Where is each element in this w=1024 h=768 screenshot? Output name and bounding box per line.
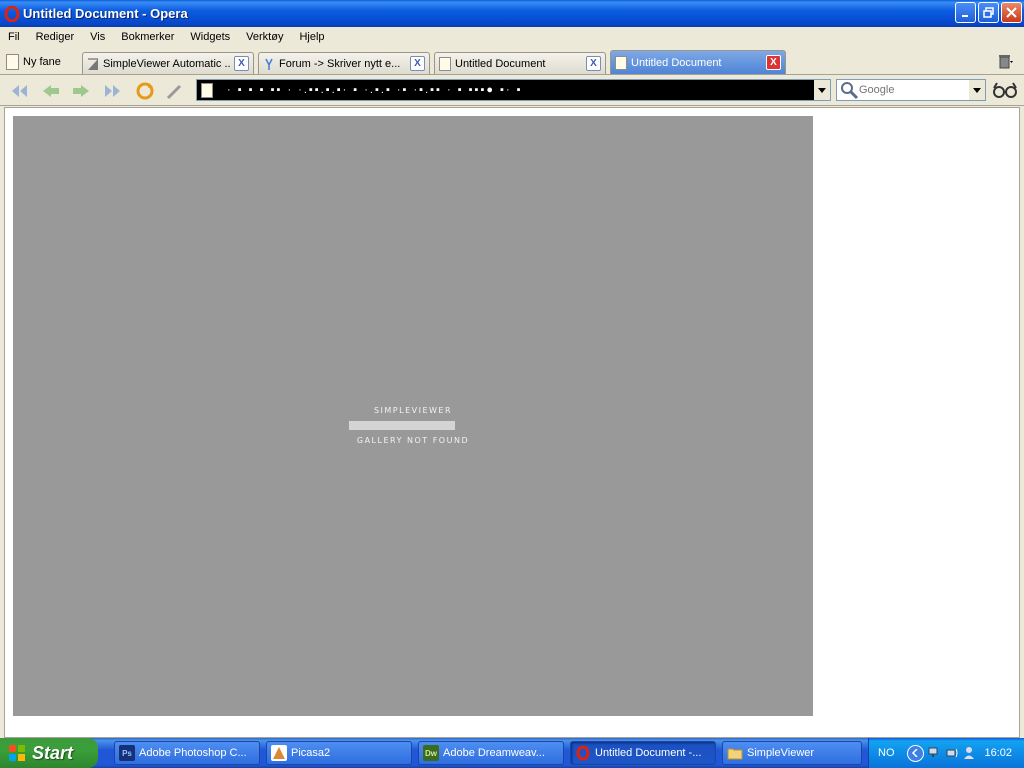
tab-close-button[interactable]: X [410,56,425,71]
clock[interactable]: 16:02 [984,747,1012,759]
windows-flag-icon [9,745,25,761]
loading-progress-fill [349,421,455,430]
tab-untitled-document-active[interactable]: Untitled Document X [610,50,786,74]
trash-icon[interactable] [996,52,1014,70]
viewer-title: SIMPLEVIEWER [373,406,453,415]
address-bar[interactable]: · ▪ ▪ ▪ ▪▪ · ·.▪▪.▪.▪· ▪ ·.▪.▪ ·▪ ·▪.▪▪ … [196,79,831,101]
tab-forum[interactable]: Forum -> Skriver nytt e... X [258,52,430,74]
new-document-icon [6,54,19,70]
tab-close-button[interactable]: X [766,55,781,70]
task-label: Adobe Dreamweav... [443,747,545,759]
fast-forward-button[interactable] [102,80,124,102]
tab-close-button[interactable]: X [586,56,601,71]
simpleviewer-favicon [88,58,98,70]
dreamweaver-icon: Dw [423,745,439,761]
menu-item-fil[interactable]: Fil [0,31,28,43]
window-title: Untitled Document - Opera [23,6,188,21]
picasa-icon [271,745,287,761]
taskbar: Start Ps Adobe Photoshop C... Picasa2 Dw… [0,738,1024,768]
loading-progress-bar [349,421,455,430]
opera-icon [4,5,20,22]
tab-label: Forum -> Skriver nytt e... [279,57,401,70]
new-tab-label: Ny fane [23,56,61,68]
chevron-down-icon [973,87,981,93]
zoom-glasses-icon[interactable] [992,80,1018,100]
menu-item-hjelp[interactable]: Hjelp [291,31,332,43]
back-button[interactable] [40,80,62,102]
rewind-button[interactable] [8,80,30,102]
forum-favicon [265,58,273,70]
system-tray: NO 16:02 [868,738,1024,768]
search-icon [841,82,859,100]
task-picasa[interactable]: Picasa2 [266,741,412,765]
chevron-left-icon [911,749,918,757]
new-tab-button[interactable]: Ny fane [6,51,61,73]
network-icon[interactable] [928,746,942,760]
tab-simpleviewer[interactable]: SimpleViewer Automatic ... X [82,52,254,74]
user-icon[interactable] [962,746,976,760]
tab-close-button[interactable]: X [234,56,249,71]
close-icon [1006,7,1017,18]
folder-icon [727,748,743,760]
menu-bar: Fil Rediger Vis Bokmerker Widgets Verktø… [0,27,1024,47]
edit-button[interactable] [164,80,186,102]
close-window-button[interactable] [1001,2,1022,23]
reload-button[interactable] [134,80,156,102]
task-label: Untitled Document -... [595,747,702,759]
tab-label: Untitled Document [631,56,722,69]
minimize-icon [961,14,968,17]
rewind-icon [12,85,27,97]
address-text: · ▪ ▪ ▪ ▪▪ · ·.▪▪.▪.▪· ▪ ·.▪.▪ ·▪ ·▪.▪▪ … [227,84,523,96]
task-label: Picasa2 [291,747,331,759]
document-icon [615,55,627,70]
task-opera[interactable]: Untitled Document -... [570,741,716,765]
chevron-down-icon [818,87,826,93]
photoshop-icon: Ps [119,745,135,761]
search-box[interactable] [836,79,986,101]
title-bar: Untitled Document - Opera [0,0,1024,27]
tab-label: SimpleViewer Automatic ... [103,57,230,70]
pencil-icon [166,84,182,100]
opera-icon [576,745,590,761]
task-photoshop[interactable]: Ps Adobe Photoshop C... [114,741,260,765]
search-engine-dropdown[interactable] [969,80,985,100]
language-indicator[interactable]: NO [878,747,895,759]
simpleviewer-flash-area[interactable]: SIMPLEVIEWER GALLERY NOT FOUND [13,116,813,716]
document-icon [439,56,451,71]
fast-forward-icon [105,85,120,97]
menu-item-bokmerker[interactable]: Bokmerker [113,31,182,43]
minimize-button[interactable] [955,2,976,23]
task-dreamweaver[interactable]: Dw Adobe Dreamweav... [418,741,564,765]
restore-icon [983,7,994,18]
tab-bar: Ny fane SimpleViewer Automatic ... X For… [0,47,1024,75]
viewer-error-message: GALLERY NOT FOUND [356,436,470,445]
search-input[interactable] [859,84,959,96]
forward-arrow-icon [73,85,89,97]
tab-label: Untitled Document [455,57,546,70]
start-label: Start [32,742,74,763]
wireless-icon[interactable] [945,746,959,760]
show-hidden-icons-button[interactable] [906,744,924,762]
page-icon [201,82,213,98]
tab-untitled-document[interactable]: Untitled Document X [434,52,606,74]
reload-icon [136,82,154,100]
task-label: Adobe Photoshop C... [139,747,247,759]
menu-item-vis[interactable]: Vis [82,31,113,43]
menu-item-rediger[interactable]: Rediger [28,31,83,43]
task-simpleviewer-folder[interactable]: SimpleViewer [722,741,862,765]
back-arrow-icon [43,85,59,97]
task-label: SimpleViewer [747,747,815,759]
forward-button[interactable] [70,80,92,102]
navigation-bar: · ▪ ▪ ▪ ▪▪ · ·.▪▪.▪.▪· ▪ ·.▪.▪ ·▪ ·▪.▪▪ … [0,75,1024,106]
menu-item-verktoy[interactable]: Verktøy [238,31,291,43]
address-dropdown-button[interactable] [814,80,830,100]
menu-item-widgets[interactable]: Widgets [182,31,238,43]
page-content: SIMPLEVIEWER GALLERY NOT FOUND [4,107,1020,738]
restore-button[interactable] [978,2,999,23]
start-button[interactable]: Start [0,738,98,768]
